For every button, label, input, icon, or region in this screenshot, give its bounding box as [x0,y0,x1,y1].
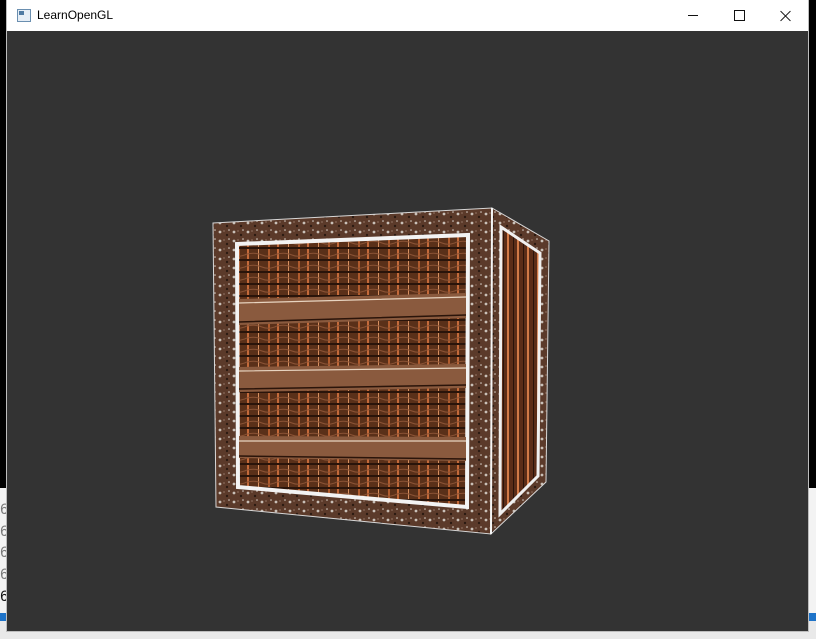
close-button[interactable] [762,0,808,31]
window-title: LearnOpenGL [37,8,114,22]
title-bar[interactable]: LearnOpenGL [7,0,808,31]
minimize-button[interactable] [670,0,716,31]
crate-render [212,207,550,536]
close-icon [779,10,791,22]
maximize-button[interactable] [716,0,762,31]
opengl-viewport[interactable] [7,31,808,631]
maximize-icon [733,10,745,21]
app-window: LearnOpenGL [7,0,808,631]
minimize-icon [688,15,698,16]
app-window-icon [17,9,31,22]
